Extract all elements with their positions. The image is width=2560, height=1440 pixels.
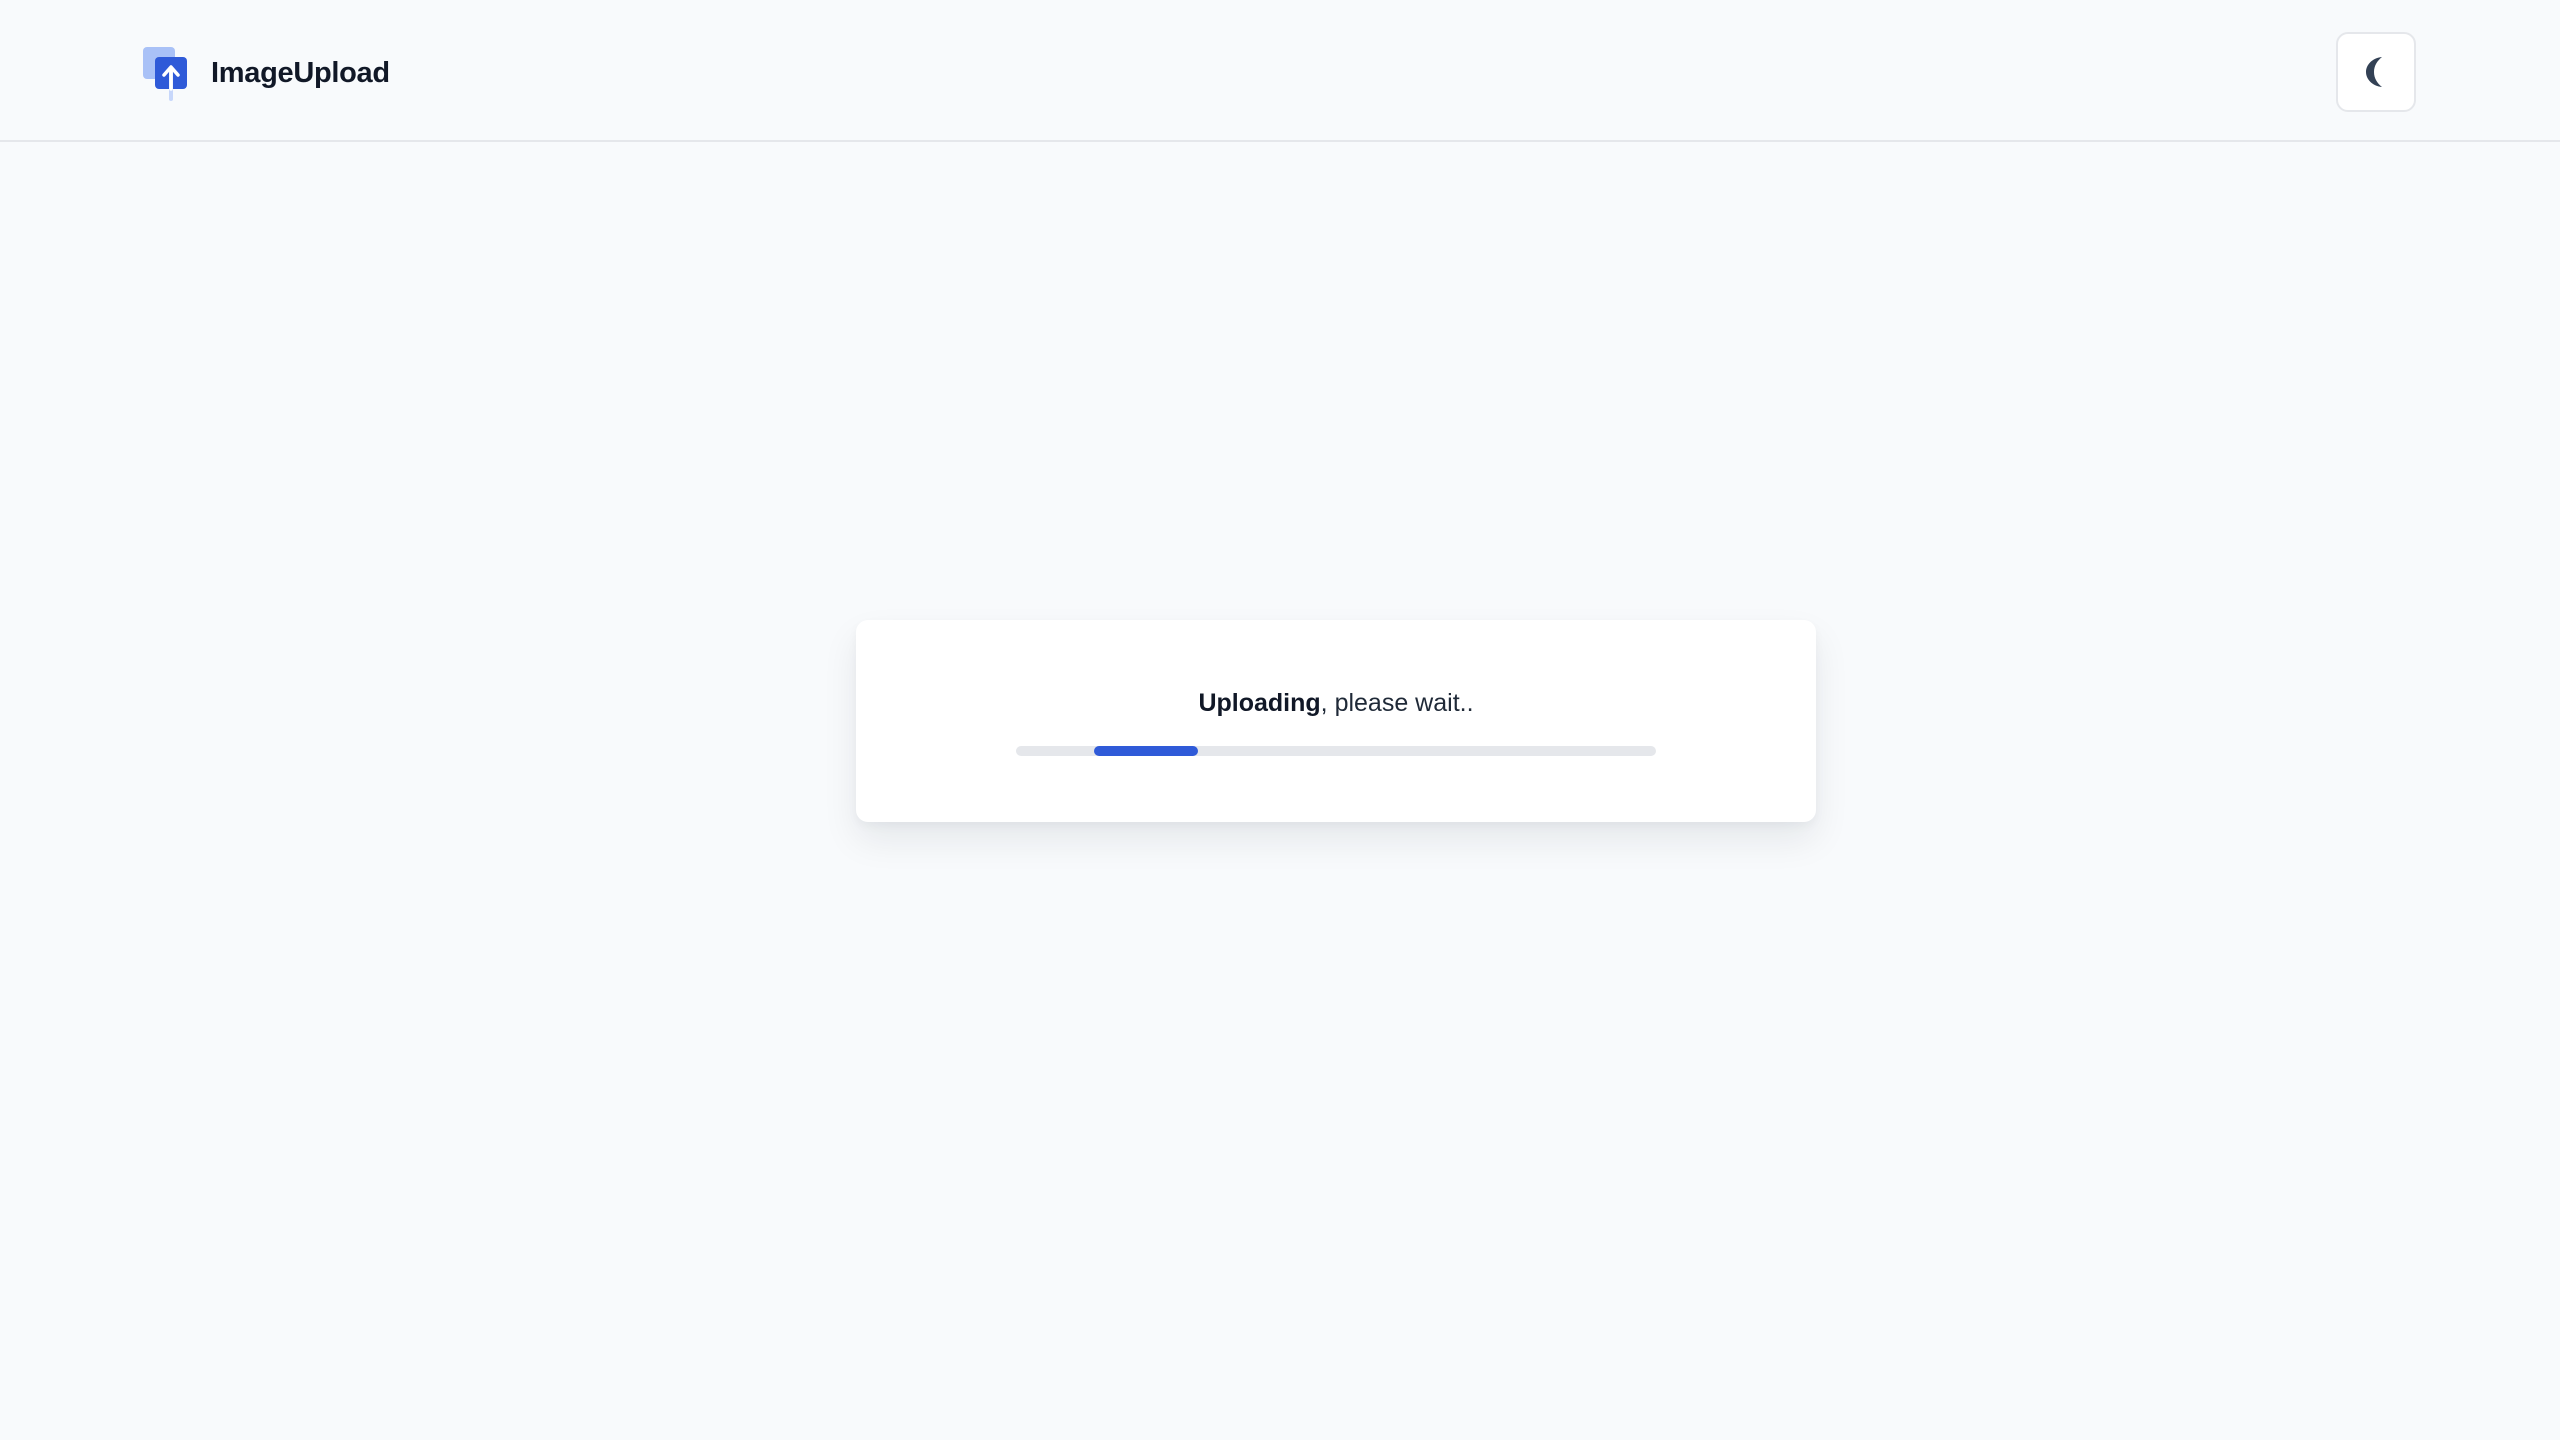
top-header: ImageUpload (0, 0, 2560, 142)
moon-icon (2366, 57, 2382, 87)
brand[interactable]: ImageUpload (143, 45, 390, 101)
upload-progress-track (1016, 746, 1656, 756)
upload-status-rest: , please wait.. (1320, 689, 1474, 717)
upload-status-card: Uploading, please wait.. (856, 620, 1816, 822)
upload-status-text: Uploading, please wait.. (856, 688, 1816, 718)
brand-name: ImageUpload (211, 56, 390, 89)
image-upload-logo-icon (143, 47, 187, 101)
theme-toggle-button[interactable] (2336, 32, 2416, 112)
upload-progress-fill (1094, 746, 1198, 756)
upload-status-strong: Uploading (1198, 689, 1321, 717)
